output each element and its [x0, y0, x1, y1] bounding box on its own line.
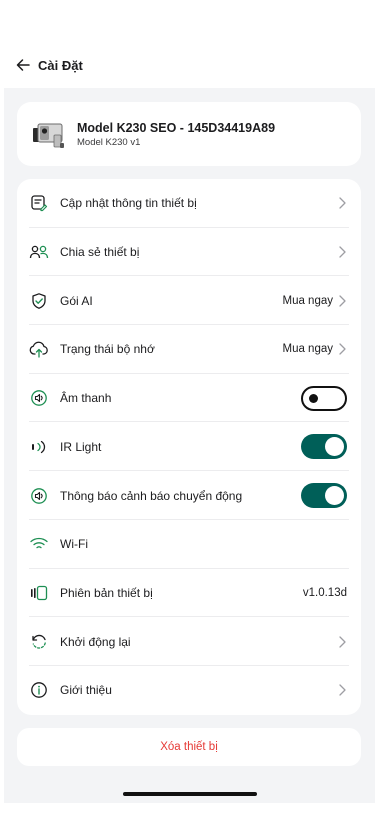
device-name: Model K230 SEO - 145D34419A89: [77, 120, 276, 135]
page-title: Cài Đặt: [38, 57, 83, 73]
edit-info-icon: [29, 193, 49, 213]
delete-device-button[interactable]: Xóa thiết bị: [17, 728, 361, 766]
shield-check-icon: [29, 291, 49, 311]
menu-item-update-info[interactable]: Cập nhật thông tin thiết bị: [17, 179, 361, 228]
menu-label: Trạng thái bộ nhớ: [60, 342, 155, 357]
menu-label: Thông báo cảnh báo chuyển động: [60, 488, 243, 503]
chevron-right-icon: [337, 245, 347, 259]
device-model: Model K230 v1: [77, 136, 141, 148]
ir-light-toggle[interactable]: [301, 434, 347, 460]
menu-item-wifi[interactable]: Wi-Fi: [17, 520, 361, 569]
arrow-left-icon: [16, 59, 30, 71]
chevron-right-icon: [337, 196, 347, 210]
chevron-right-icon: [337, 683, 347, 697]
restart-icon: [29, 632, 49, 652]
menu-item-ai-package[interactable]: Gói AI Mua ngay: [17, 276, 361, 326]
menu-item-motion-alert: Thông báo cảnh báo chuyển động: [17, 471, 361, 520]
motion-alert-toggle[interactable]: [301, 483, 347, 509]
firmware-icon: [29, 583, 49, 603]
cloud-storage-icon: [29, 339, 49, 359]
menu-label: Âm thanh: [60, 391, 112, 406]
ir-light-icon: [29, 437, 49, 457]
wifi-icon: [29, 534, 49, 554]
menu-item-about[interactable]: Giới thiệu: [17, 666, 361, 715]
toggle-knob: [325, 437, 344, 457]
home-indicator: [123, 792, 257, 796]
settings-menu: Cập nhật thông tin thiết bị Chia sẻ thiế…: [17, 179, 361, 715]
menu-item-restart[interactable]: Khởi động lại: [17, 617, 361, 666]
menu-item-share-device[interactable]: Chia sẻ thiết bị: [17, 228, 361, 277]
info-icon: [29, 680, 49, 700]
menu-label: Khởi động lại: [60, 634, 131, 649]
camera-icon: [33, 123, 64, 148]
sound-toggle[interactable]: [301, 385, 347, 411]
toggle-knob: [325, 486, 344, 506]
menu-item-firmware-version: Phiên bản thiết bị v1.0.13d: [17, 569, 361, 618]
back-button[interactable]: [12, 54, 34, 76]
motion-alert-icon: [29, 486, 49, 506]
toggle-knob: [309, 393, 318, 403]
menu-label: Cập nhật thông tin thiết bị: [60, 196, 197, 211]
menu-label: Phiên bản thiết bị: [60, 585, 153, 600]
menu-label: Gói AI: [60, 293, 93, 308]
menu-item-ir-light: IR Light: [17, 423, 361, 472]
device-card: Model K230 SEO - 145D34419A89 Model K230…: [17, 102, 361, 166]
users-share-icon: [29, 242, 49, 262]
menu-label: IR Light: [60, 439, 102, 454]
buy-now-link[interactable]: Mua ngay: [282, 295, 333, 307]
menu-item-sound: Âm thanh: [17, 374, 361, 423]
chevron-right-icon: [337, 294, 347, 308]
menu-label: Chia sẻ thiết bị: [60, 245, 140, 260]
header-bar: Cài Đặt: [0, 50, 375, 80]
buy-now-link[interactable]: Mua ngay: [282, 343, 333, 355]
chevron-right-icon: [337, 635, 347, 649]
firmware-version-value: v1.0.13d: [302, 586, 347, 599]
settings-content: Model K230 SEO - 145D34419A89 Model K230…: [4, 88, 375, 803]
menu-label: Giới thiệu: [60, 683, 112, 698]
speaker-icon: [29, 388, 49, 408]
menu-item-storage-status[interactable]: Trạng thái bộ nhớ Mua ngay: [17, 325, 361, 374]
menu-label: Wi-Fi: [60, 537, 88, 552]
chevron-right-icon: [337, 342, 347, 356]
